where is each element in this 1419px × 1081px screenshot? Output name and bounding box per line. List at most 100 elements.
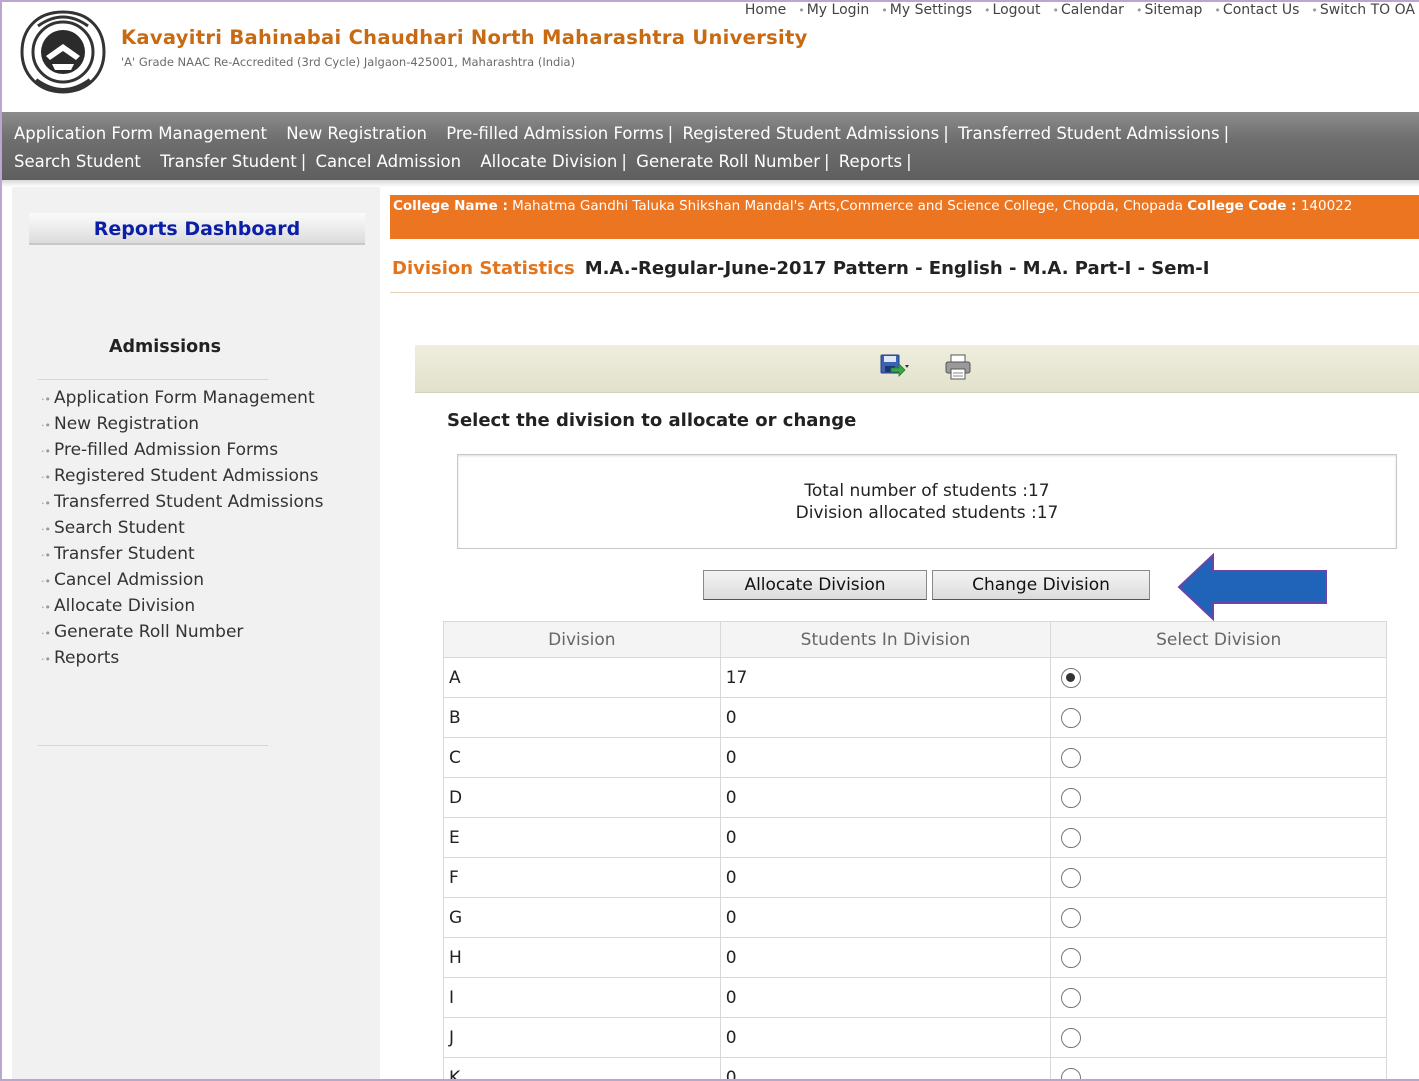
allocate-division-button[interactable]: Allocate Division	[703, 570, 927, 600]
select-division-cell	[1050, 737, 1387, 778]
sidebar-item-new-registration[interactable]: ·• New Registration	[41, 413, 331, 437]
nav-transfer-student[interactable]: Transfer Student	[160, 152, 297, 171]
table-header-row: Division Students In Division Select Div…	[443, 621, 1387, 658]
division-radio[interactable]	[1061, 867, 1082, 888]
sidebar-item-search-student[interactable]: ·• Search Student	[41, 517, 331, 541]
select-division-cell	[1050, 1057, 1387, 1079]
select-division-cell	[1050, 857, 1387, 898]
column-header-division: Division	[443, 621, 721, 658]
save-export-icon[interactable]	[880, 354, 910, 378]
change-division-button[interactable]: Change Division	[932, 570, 1150, 600]
top-links: Home • My Login • My Settings • Logout • Cal…	[739, 2, 1419, 22]
top-link-sitemap[interactable]: • Sitemap	[1130, 2, 1208, 22]
students-count-cell: 0	[719, 1017, 1052, 1058]
select-division-cell	[1050, 1017, 1387, 1058]
division-radio[interactable]	[1061, 947, 1082, 968]
select-division-cell	[1050, 817, 1387, 858]
division-radio[interactable]	[1061, 667, 1082, 688]
allocated-students-text: Division allocated students :17	[795, 503, 1059, 523]
nav-allocate-division[interactable]: Allocate Division	[480, 152, 617, 171]
nav-separator: |	[823, 152, 830, 171]
bullet-icon: •	[1052, 4, 1059, 17]
students-count-cell: 0	[719, 857, 1052, 898]
division-cell: E	[443, 817, 721, 858]
pointer-arrow-icon	[1177, 553, 1327, 621]
sidebar-item-prefilled-admission-forms[interactable]: ·• Pre-filled Admission Forms	[41, 439, 331, 463]
nav-prefilled-admission-forms[interactable]: Pre-filled Admission Forms	[446, 124, 663, 143]
division-radio[interactable]	[1061, 747, 1082, 768]
nav-generate-roll-number[interactable]: Generate Roll Number	[636, 152, 820, 171]
select-division-cell	[1050, 937, 1387, 978]
division-radio[interactable]	[1061, 1067, 1082, 1079]
division-table: Division Students In Division Select Div…	[443, 621, 1387, 1079]
top-link-contact-us[interactable]: • Contact Us	[1208, 2, 1305, 22]
university-subtitle: 'A' Grade NAAC Re-Accredited (3rd Cycle)…	[121, 55, 576, 69]
division-table-body: A 17 B 0 C 0 D 0 E 0 F 0 G 0 H 0 I 0 J 0 K 0	[443, 657, 1387, 1079]
select-division-cell	[1050, 897, 1387, 938]
division-cell: J	[443, 1017, 721, 1058]
bullet-icon: ·•	[41, 393, 51, 406]
division-cell: D	[443, 777, 721, 818]
division-radio[interactable]	[1061, 907, 1082, 928]
sidebar-item-transferred-student-admissions[interactable]: ·• Transferred Student Admissions	[41, 491, 331, 515]
bullet-icon: ·•	[41, 627, 51, 640]
division-radio[interactable]	[1061, 827, 1082, 848]
nav-separator: |	[906, 152, 912, 171]
bullet-icon: ·•	[41, 419, 51, 432]
nav-separator: |	[667, 124, 674, 143]
college-info-bar: College Name : Mahatma Gandhi Taluka Shi…	[390, 195, 1419, 239]
table-row: G0	[443, 897, 1387, 938]
sidebar-item-registered-student-admissions[interactable]: ·• Registered Student Admissions	[41, 465, 331, 489]
bullet-icon: •	[984, 4, 991, 17]
top-link-my-settings[interactable]: • My Settings	[875, 2, 978, 22]
division-cell: A	[443, 657, 721, 698]
sidebar-item-generate-roll-number[interactable]: ·• Generate Roll Number	[41, 621, 331, 645]
division-cell: I	[443, 977, 721, 1018]
student-count-box: Total number of students :17 Division al…	[457, 454, 1397, 549]
sidebar-item-cancel-admission[interactable]: ·• Cancel Admission	[41, 569, 331, 593]
nav-transferred-student-admissions[interactable]: Transferred Student Admissions	[958, 124, 1220, 143]
division-radio[interactable]	[1061, 787, 1082, 808]
division-radio[interactable]	[1061, 707, 1082, 728]
nav-application-form-management[interactable]: Application Form Management	[14, 124, 267, 143]
university-logo-icon	[20, 10, 106, 94]
nav-registered-student-admissions[interactable]: Registered Student Admissions	[682, 124, 939, 143]
top-link-logout[interactable]: • Logout	[978, 2, 1046, 22]
site-header: Kavayitri Bahinabai Chaudhari North Maha…	[2, 2, 1419, 112]
nav-new-registration[interactable]: New Registration	[286, 124, 427, 143]
division-radio[interactable]	[1061, 1027, 1082, 1048]
total-students-text: Total number of students :17	[804, 481, 1050, 501]
bullet-icon: ·•	[41, 471, 51, 484]
table-row: H0	[443, 937, 1387, 978]
select-division-cell	[1050, 697, 1387, 738]
students-count-cell: 0	[719, 1057, 1052, 1079]
page-title: Division Statistics M.A.-Regular-June-201…	[392, 258, 1209, 279]
students-count-cell: 0	[719, 977, 1052, 1018]
sidebar-menu: ·• Application Form Management ·• New Regi…	[41, 387, 331, 673]
sidebar-item-reports[interactable]: ·• Reports	[41, 647, 331, 671]
nav-reports[interactable]: Reports	[839, 152, 902, 171]
university-name: Kavayitri Bahinabai Chaudhari North Maha…	[121, 26, 808, 49]
table-row: D0	[443, 777, 1387, 818]
college-name-label: College Name :	[393, 198, 508, 214]
top-link-switch-to-oa[interactable]: • Switch TO OA	[1305, 2, 1419, 22]
division-radio[interactable]	[1061, 987, 1082, 1008]
sidebar-item-transfer-student[interactable]: ·• Transfer Student	[41, 543, 331, 567]
top-link-calendar[interactable]: • Calendar	[1046, 2, 1129, 22]
select-division-cell	[1050, 657, 1387, 698]
division-cell: G	[443, 897, 721, 938]
nav-search-student[interactable]: Search Student	[14, 152, 141, 171]
nav-cancel-admission[interactable]: Cancel Admission	[316, 152, 462, 171]
print-icon[interactable]	[943, 354, 973, 380]
nav-row-2: Search Student Transfer Student | Cancel …	[14, 148, 1419, 176]
top-link-my-login[interactable]: • My Login	[792, 2, 875, 22]
bullet-icon: ·•	[41, 549, 51, 562]
sidebar-item-application-form-management[interactable]: ·• Application Form Management	[41, 387, 331, 411]
reports-dashboard-title[interactable]: Reports Dashboard	[29, 213, 365, 245]
top-link-home[interactable]: Home	[739, 2, 792, 22]
sidebar-divider	[38, 379, 268, 380]
bullet-icon: •	[1311, 4, 1318, 17]
nav-separator: |	[943, 124, 949, 143]
bullet-icon: ·•	[41, 523, 51, 536]
sidebar-item-allocate-division[interactable]: ·• Allocate Division	[41, 595, 331, 619]
